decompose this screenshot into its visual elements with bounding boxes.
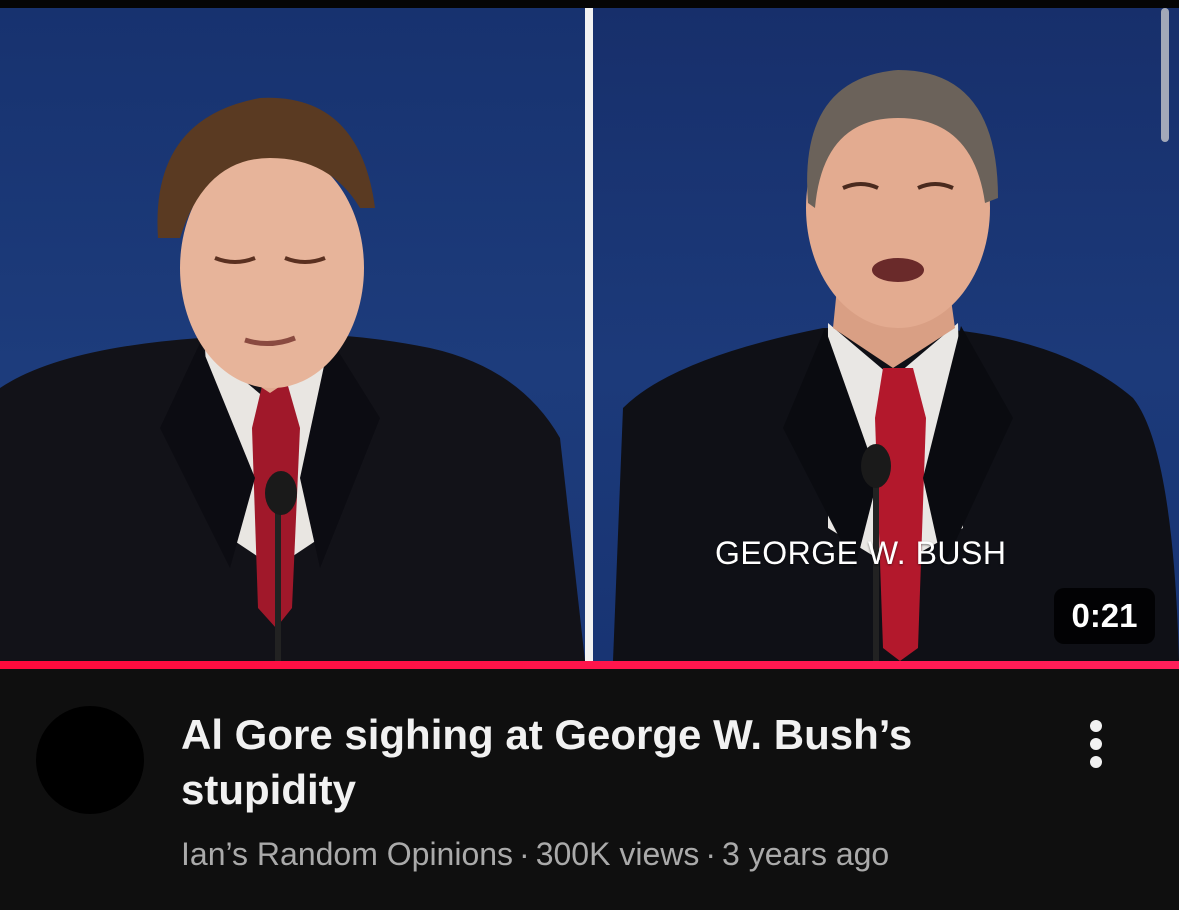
more-vertical-icon <box>1090 756 1102 768</box>
watch-progress-fill <box>0 661 1179 669</box>
left-speaker-panel <box>0 8 585 661</box>
duration-badge: 0:21 <box>1054 588 1155 644</box>
speaker-left-figure <box>0 97 585 661</box>
split-screen-divider <box>585 8 593 661</box>
more-vertical-icon <box>1090 738 1102 750</box>
more-vertical-icon <box>1090 720 1102 732</box>
video-thumbnail[interactable]: GEORGE W. BUSH 0:21 <box>0 0 1179 661</box>
video-title[interactable]: Al Gore sighing at George W. Bush’s stup… <box>181 707 1041 817</box>
speaker-name-caption: GEORGE W. BUSH <box>715 535 1007 571</box>
channel-avatar[interactable] <box>36 706 144 814</box>
meta-separator: · <box>519 836 530 872</box>
view-count: 300K views <box>535 836 700 872</box>
upload-age: 3 years ago <box>722 836 890 872</box>
meta-separator: · <box>705 836 716 872</box>
thumbnail-top-edge <box>0 0 1179 8</box>
video-metadata: Ian’s Random Opinions · 300K views · 3 years… <box>181 836 889 873</box>
scroll-indicator[interactable] <box>1161 8 1169 142</box>
channel-name[interactable]: Ian’s Random Opinions <box>181 836 513 872</box>
more-options-button[interactable] <box>1074 712 1118 776</box>
watch-progress-bar <box>0 661 1179 669</box>
